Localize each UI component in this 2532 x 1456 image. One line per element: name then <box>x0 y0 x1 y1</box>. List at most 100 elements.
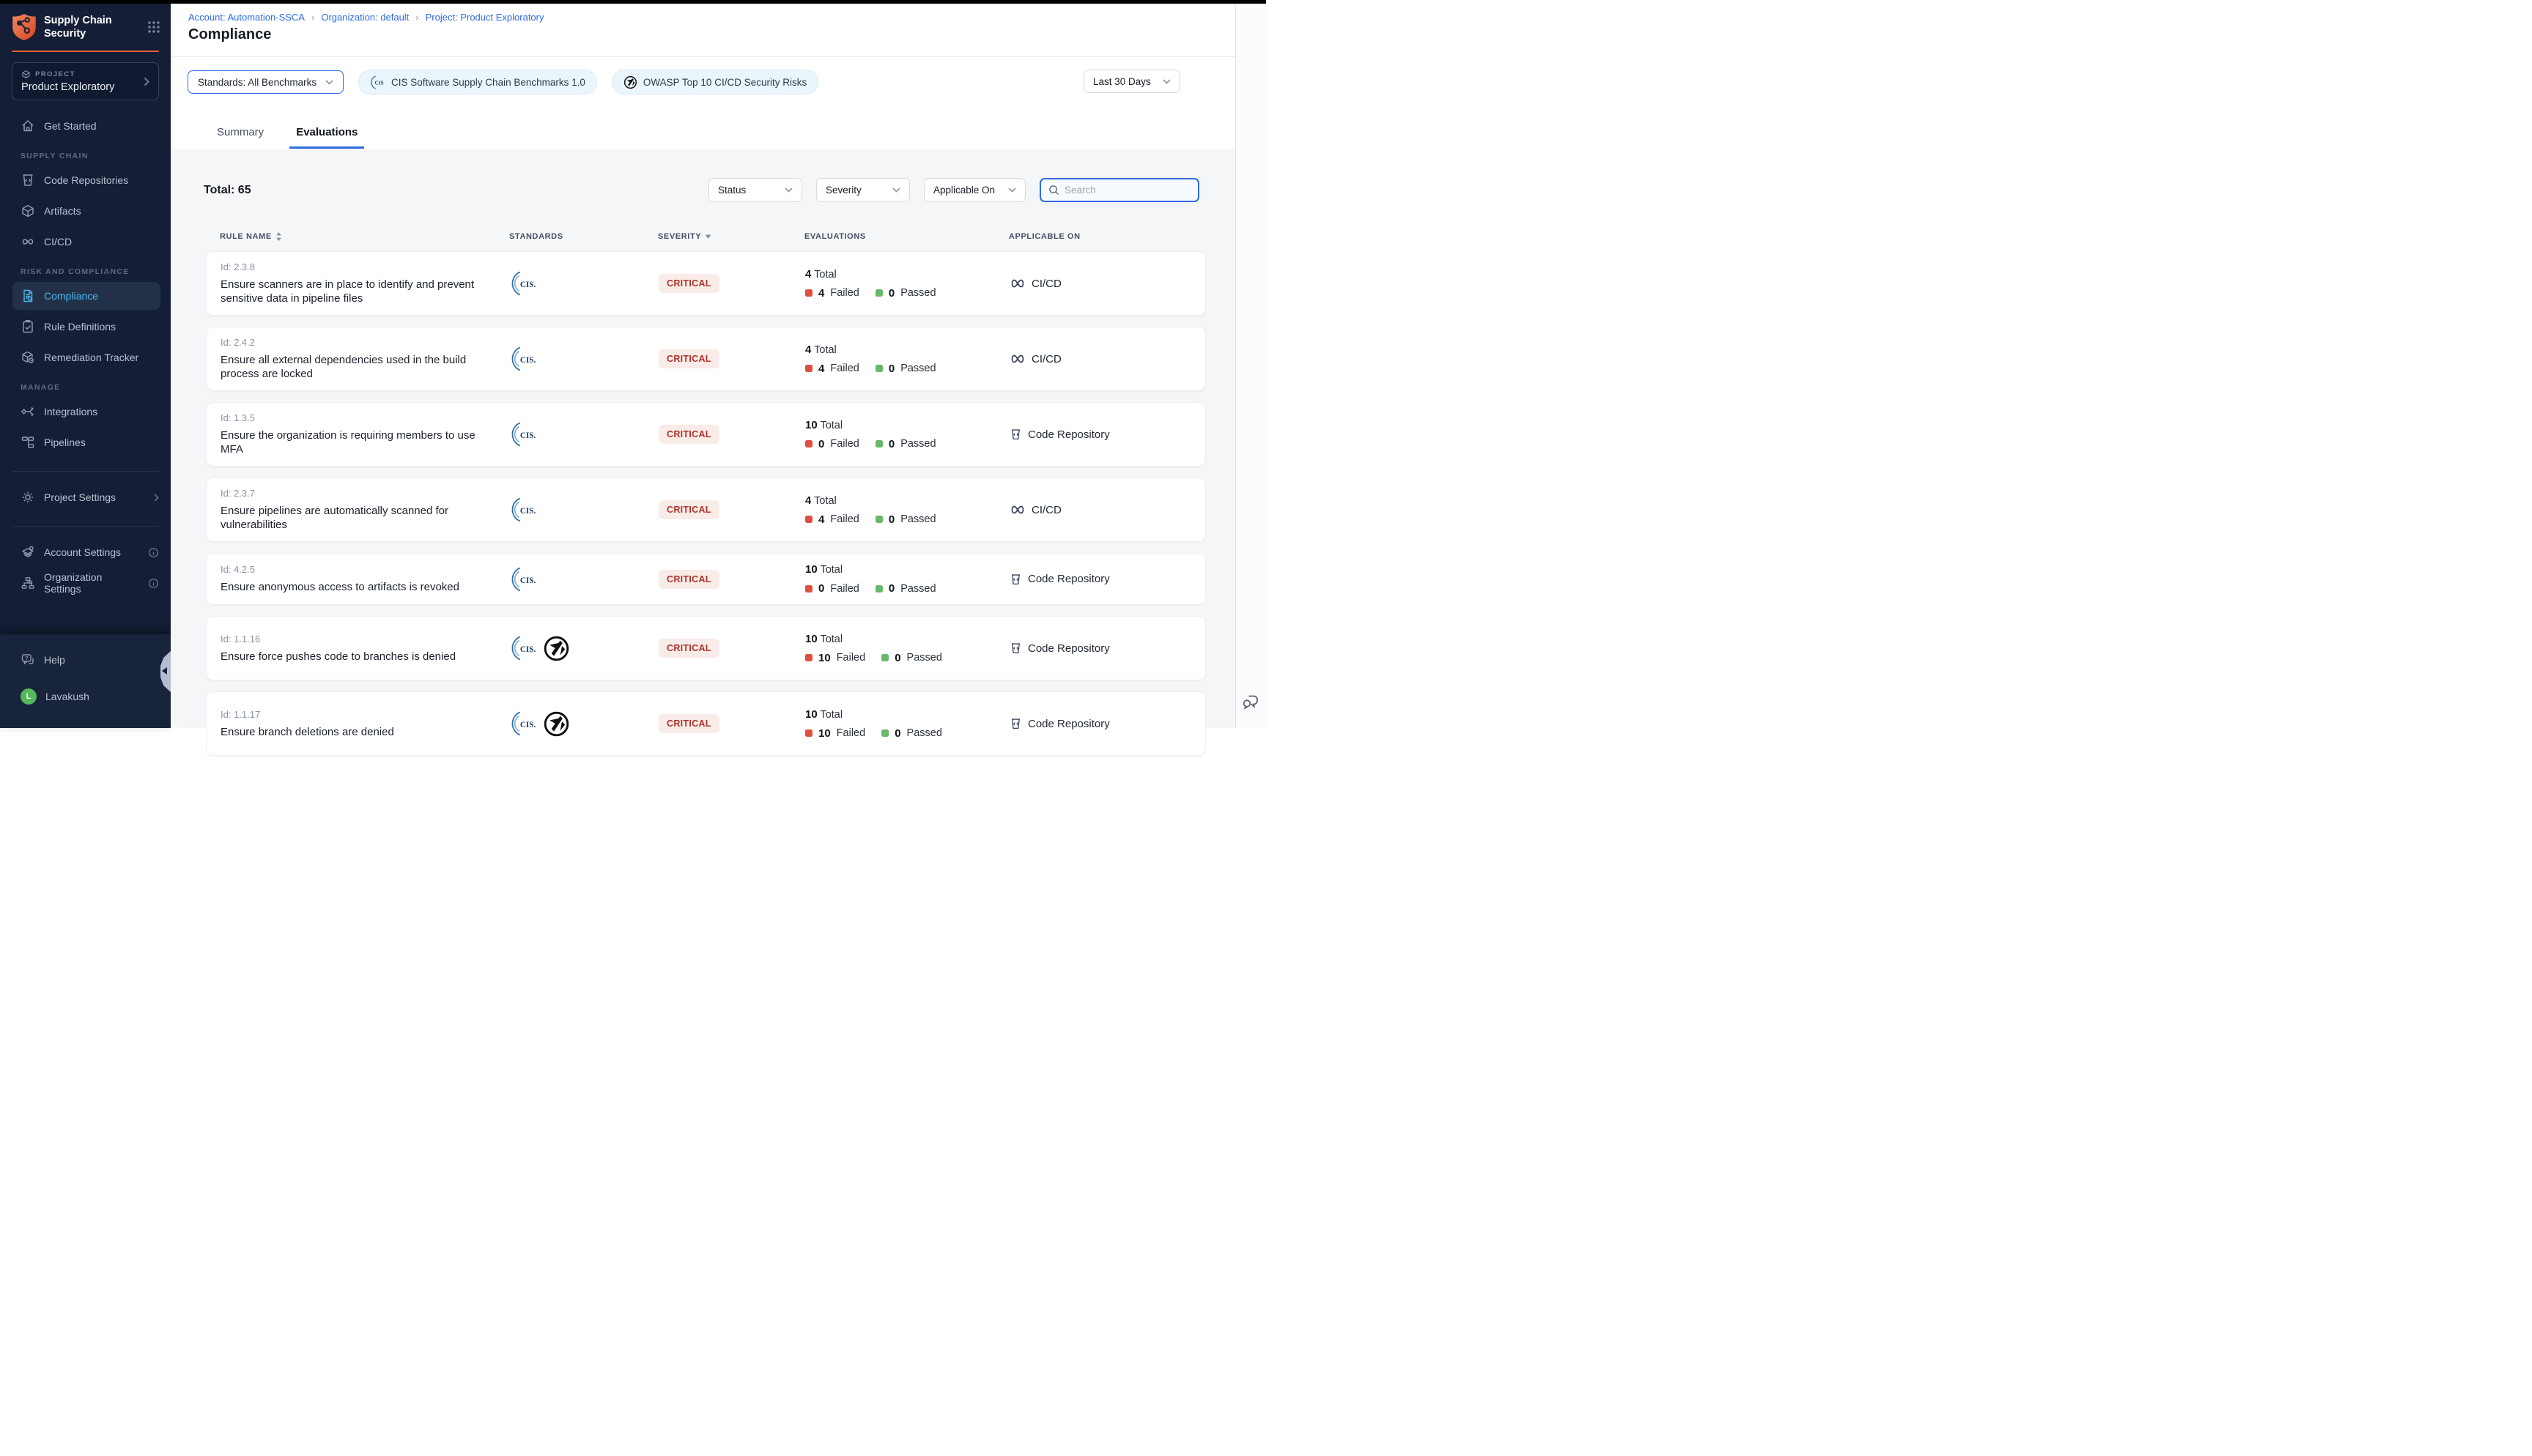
sidebar-item-organization-settings[interactable]: Organization Settings <box>0 569 171 597</box>
sidebar-item-artifacts[interactable]: Artifacts <box>0 197 171 225</box>
failed-count: 10 <box>818 727 831 740</box>
rule-name-cell: Id: 1.3.5 Ensure the organization is req… <box>221 412 510 456</box>
table-row[interactable]: Id: 2.3.8 Ensure scanners are in place t… <box>206 251 1206 316</box>
passed-group: 0 Passed <box>876 363 936 375</box>
rule-name-cell: Id: 1.1.16 Ensure force pushes code to b… <box>221 634 510 664</box>
severity-cell: CRITICAL <box>659 425 719 444</box>
standards-select[interactable]: Standards: All Benchmarks <box>188 70 344 94</box>
sort-both-icon[interactable] <box>275 231 282 242</box>
rule-name: Ensure scanners are in place to identify… <box>221 278 490 305</box>
support-chat-icon[interactable] <box>1241 693 1260 712</box>
total-count: 10 <box>805 419 818 431</box>
severity-filter-select[interactable]: Severity <box>816 178 910 202</box>
rule-name-cell: Id: 2.3.7 Ensure pipelines are automatic… <box>221 488 510 532</box>
page-title: Compliance <box>188 26 271 43</box>
table-row[interactable]: Id: 2.4.2 Ensure all external dependenci… <box>206 327 1206 391</box>
rule-definitions-clipboard-icon <box>21 319 35 334</box>
search-input[interactable] <box>1065 185 1191 196</box>
user-name: Lavakush <box>45 691 89 702</box>
sidebar-item-remediation-tracker[interactable]: Remediation Tracker <box>0 343 171 371</box>
applicable-on-filter-select[interactable]: Applicable On <box>924 178 1026 202</box>
column-header-applicable-on: APPLICABLE ON <box>1009 232 1206 241</box>
standard-chip-cis[interactable]: CIS CIS Software Supply Chain Benchmarks… <box>358 70 597 94</box>
standards-cell: CIS. <box>510 420 659 448</box>
info-icon[interactable] <box>148 578 159 589</box>
breadcrumb-organization-link[interactable]: Organization: default <box>321 12 409 23</box>
total-label: Total <box>814 344 837 356</box>
sidebar-nav: Get Started SUPPLY CHAIN Code Repositori… <box>0 100 171 459</box>
project-selector[interactable]: PROJECT Product Exploratory <box>12 62 159 100</box>
evaluations-cell: 10 Total 0 Failed 0 Passed <box>805 563 1010 595</box>
chip-label: CIS Software Supply Chain Benchmarks 1.0 <box>391 77 585 88</box>
sidebar-item-account-settings[interactable]: Account Settings <box>0 538 171 566</box>
column-header-rule-name: RULE NAME <box>220 231 509 242</box>
cis-standard-icon: CIS. <box>510 420 538 448</box>
passed-label: Passed <box>900 438 936 450</box>
sort-desc-icon[interactable] <box>705 234 711 239</box>
cis-standard-icon: CIS. <box>510 710 538 738</box>
section-heading-supply-chain: SUPPLY CHAIN <box>0 152 171 160</box>
failed-square-icon <box>805 654 812 661</box>
status-filter-label: Status <box>718 185 746 196</box>
status-filter-select[interactable]: Status <box>708 178 802 202</box>
sidebar-item-compliance[interactable]: Compliance <box>12 282 160 310</box>
applicable-on-cell: Code Repository <box>1010 642 1205 655</box>
chevron-right-icon <box>154 494 159 502</box>
rule-id: Id: 1.1.17 <box>221 709 510 720</box>
info-icon[interactable] <box>148 547 159 558</box>
breadcrumb-project-link[interactable]: Project: Product Exploratory <box>426 12 544 23</box>
sidebar-item-help[interactable]: ? Help <box>0 646 171 674</box>
sidebar-item-integrations[interactable]: Integrations <box>0 398 171 426</box>
sidebar-item-cicd[interactable]: CI/CD <box>0 228 171 256</box>
svg-text:CIS.: CIS. <box>520 431 536 440</box>
passed-square-icon <box>876 289 883 297</box>
sidebar-item-project-settings[interactable]: Project Settings <box>0 483 171 511</box>
breadcrumb-account-link[interactable]: Account: Automation-SSCA <box>188 12 305 23</box>
svg-text:CIS.: CIS. <box>520 507 536 516</box>
sidebar-item-code-repositories[interactable]: Code Repositories <box>0 166 171 194</box>
applicable-on-label: Code Repository <box>1028 573 1110 585</box>
cis-standard-icon: CIS. <box>510 565 538 593</box>
table-row[interactable]: Id: 2.3.7 Ensure pipelines are automatic… <box>206 478 1206 542</box>
table-row[interactable]: Id: 1.3.5 Ensure the organization is req… <box>206 402 1206 467</box>
evaluations-cell: 4 Total 4 Failed 0 Passed <box>805 343 1010 375</box>
severity-badge: CRITICAL <box>659 500 719 519</box>
sidebar-item-get-started[interactable]: Get Started <box>0 112 171 140</box>
passed-group: 0 Passed <box>876 582 936 595</box>
apps-grid-icon[interactable] <box>147 21 160 34</box>
user-menu[interactable]: L Lavakush <box>0 683 171 710</box>
code-repository-icon <box>1010 573 1022 586</box>
cis-standard-icon: CIS <box>370 75 385 90</box>
project-label: PROJECT <box>35 70 75 78</box>
applicable-icon-slot <box>1010 504 1026 516</box>
failed-label: Failed <box>837 727 866 739</box>
applicable-on-cell: Code Repository <box>1010 717 1205 730</box>
breadcrumb: Account: Automation-SSCA › Organization:… <box>188 12 544 23</box>
tab-evaluations[interactable]: Evaluations <box>289 117 364 149</box>
table-row[interactable]: Id: 1.1.17 Ensure branch deletions are d… <box>206 691 1206 756</box>
table-row[interactable]: Id: 4.2.5 Ensure anonymous access to art… <box>206 553 1206 605</box>
rule-id: Id: 1.1.16 <box>221 634 510 645</box>
failed-square-icon <box>805 365 812 372</box>
svg-text:CIS.: CIS. <box>520 645 536 654</box>
tab-summary[interactable]: Summary <box>210 117 270 149</box>
date-range-select[interactable]: Last 30 Days <box>1084 70 1180 93</box>
organization-settings-icon <box>21 576 35 590</box>
passed-count: 0 <box>889 582 895 595</box>
owasp-icon <box>543 635 570 662</box>
failed-label: Failed <box>830 438 859 450</box>
chevron-down-icon <box>892 187 900 193</box>
chevron-down-icon <box>325 80 333 85</box>
sidebar-item-pipelines[interactable]: Pipelines <box>0 428 171 456</box>
remediation-tracker-icon <box>21 350 35 365</box>
sidebar-item-rule-definitions[interactable]: Rule Definitions <box>0 313 171 341</box>
chevron-down-icon <box>1163 79 1171 84</box>
severity-badge: CRITICAL <box>659 639 719 658</box>
toolbar: Total: 65 Status Severity Applicable On <box>204 178 1199 202</box>
total-label: Total <box>814 495 837 507</box>
project-cube-icon <box>21 70 31 79</box>
applicable-on-cell: Code Repository <box>1010 573 1205 586</box>
total-label: Total <box>814 269 837 281</box>
standard-chip-owasp[interactable]: OWASP Top 10 CI/CD Security Risks <box>612 70 818 94</box>
table-row[interactable]: Id: 1.1.16 Ensure force pushes code to b… <box>206 616 1206 680</box>
